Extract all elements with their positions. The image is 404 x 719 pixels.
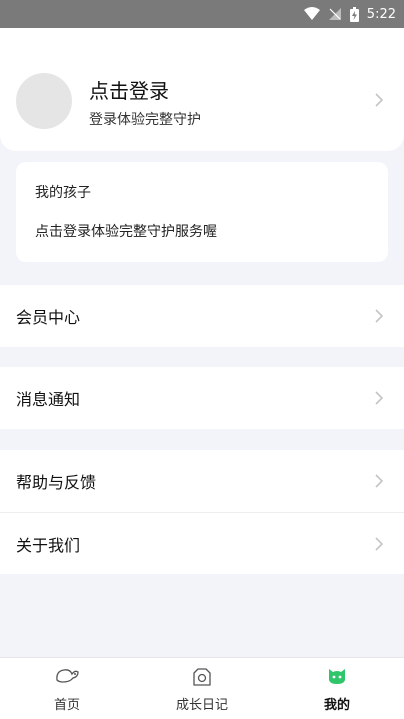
menu-item-label: 会员中心 (16, 308, 81, 327)
menu-item-label: 消息通知 (16, 390, 81, 409)
chevron-right-icon (375, 391, 384, 405)
battery-charging-icon (349, 6, 359, 22)
status-bar: 5:22 (0, 0, 404, 28)
my-children-title: 我的孩子 (35, 185, 91, 201)
no-signal-icon (328, 8, 341, 20)
menu-group-member: 会员中心 (0, 285, 404, 347)
menu-group-support: 帮助与反馈 关于我们 (0, 450, 404, 574)
login-subtitle: 登录体验完整守护 (89, 112, 201, 128)
avatar[interactable] (16, 73, 72, 129)
status-time: 5:22 (366, 6, 396, 22)
wifi-icon (303, 7, 320, 20)
my-children-description[interactable]: 点击登录体验完整守护服务喔 (35, 221, 217, 241)
menu-item-notifications[interactable]: 消息通知 (0, 367, 404, 429)
menu-item-label: 关于我们 (16, 535, 81, 555)
login-title[interactable]: 点击登录 (89, 75, 169, 104)
chevron-right-icon (375, 93, 384, 107)
home-icon (56, 669, 79, 683)
my-children-card[interactable]: 我的孩子 点击登录体验完整守护服务喔 (16, 162, 388, 262)
tab-label: 我的 (323, 698, 350, 713)
chevron-right-icon (375, 537, 384, 551)
menu-item-label: 帮助与反馈 (16, 473, 97, 492)
camera-icon (193, 668, 211, 686)
menu-item-member-center[interactable]: 会员中心 (0, 285, 404, 347)
mine-avatar-icon (329, 669, 345, 684)
tab-home[interactable]: 首页 (7, 658, 127, 719)
chevron-right-icon (375, 474, 384, 488)
menu-group-notifications: 消息通知 (0, 367, 404, 429)
tab-growth-diary[interactable]: 成长日记 (142, 658, 262, 719)
tab-label: 首页 (53, 698, 80, 713)
menu-item-help-feedback[interactable]: 帮助与反馈 (0, 450, 404, 512)
menu-item-about-us[interactable]: 关于我们 (0, 512, 404, 574)
bottom-tab-bar: 首页 成长日记 我的 (0, 657, 404, 719)
tab-mine[interactable]: 我的 (277, 658, 397, 719)
chevron-right-icon (375, 309, 384, 323)
profile-login-card[interactable]: 点击登录 登录体验完整守护 (0, 28, 404, 151)
tab-label: 成长日记 (175, 698, 228, 713)
